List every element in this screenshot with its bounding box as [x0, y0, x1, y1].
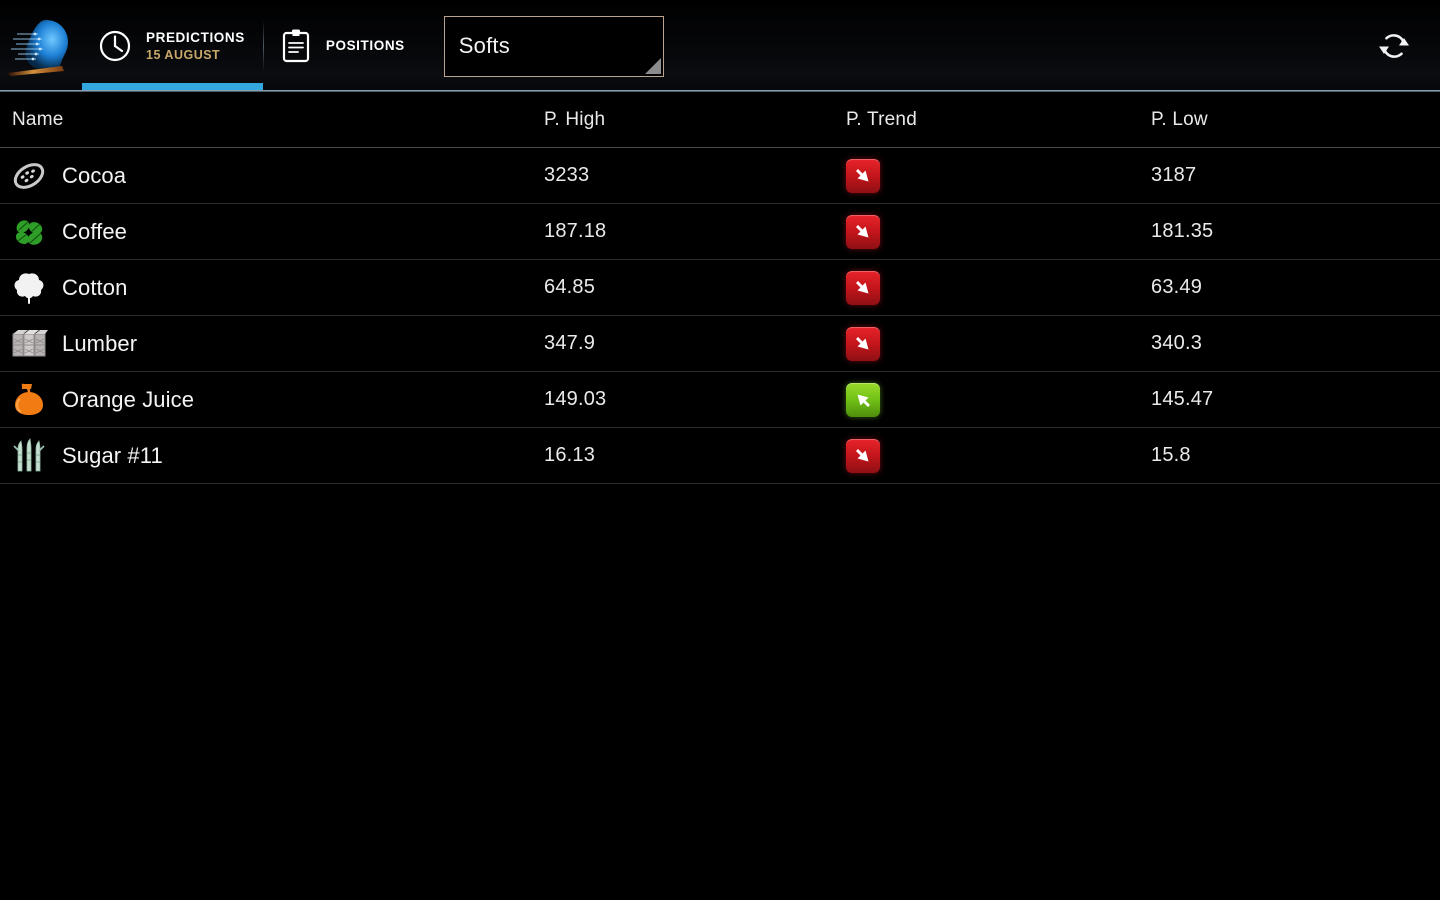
category-spinner[interactable]: Softs: [443, 15, 664, 77]
coffee-icon: [15, 219, 43, 245]
cell-name: Coffee: [0, 213, 535, 251]
table-row[interactable]: Lumber 347.9 340.3: [0, 316, 1440, 372]
trend-badge-up: [846, 382, 880, 417]
arrow-up-icon: [857, 394, 870, 407]
coffee-icon: [10, 213, 48, 251]
commodity-name: Lumber: [62, 330, 138, 356]
orange-juice-icon: [15, 383, 43, 415]
cell-predicted-low: 15.8: [1151, 444, 1191, 466]
tab-predictions[interactable]: PREDICTIONS 15 AUGUST: [82, 0, 263, 92]
table-row[interactable]: Cotton 64.85 63.49: [0, 260, 1440, 316]
table-row[interactable]: Cocoa 3233 3187: [0, 148, 1440, 204]
table-row[interactable]: Orange Juice 149.03 145.47: [0, 372, 1440, 428]
cotton-icon: [14, 272, 44, 304]
refresh-button[interactable]: [1348, 0, 1440, 92]
table-header-row: Name P. High P. Trend P. Low: [0, 92, 1440, 148]
cell-predicted-high: 3233: [544, 164, 590, 186]
arrow-down-icon: [856, 224, 869, 237]
refresh-icon: [1379, 34, 1409, 58]
category-spinner-wrap: Softs: [424, 0, 664, 92]
cell-predicted-high: 187.18: [544, 220, 607, 242]
tab-positions[interactable]: POSITIONS: [264, 0, 423, 92]
cell-name: Sugar #11: [0, 437, 535, 475]
cell-predicted-trend: [837, 158, 1142, 193]
cell-predicted-low: 3187: [1151, 164, 1197, 186]
top-app-bar: PREDICTIONS 15 AUGUST POSITIONS Softs: [0, 0, 1440, 92]
trend-badge-down: [846, 158, 880, 193]
cell-predicted-trend: [837, 438, 1142, 473]
cell-predicted-low: 145.47: [1151, 388, 1214, 410]
lumber-icon: [10, 325, 48, 363]
column-header-low: P. Low: [1151, 108, 1208, 130]
cell-predicted-low: 63.49: [1151, 276, 1203, 298]
tab-predictions-title: PREDICTIONS: [146, 30, 245, 46]
clipboard-icon: [282, 29, 309, 63]
cell-predicted-trend: [837, 270, 1142, 305]
column-header-high: P. High: [544, 108, 606, 130]
cocoa-icon: [13, 162, 45, 189]
trend-badge-down: [846, 270, 880, 305]
cell-predicted-high: 149.03: [544, 388, 607, 410]
arrow-down-icon: [856, 448, 869, 461]
arrow-down-icon: [856, 280, 869, 293]
cell-name: Cotton: [0, 269, 535, 307]
ai-head-logo-icon: [8, 20, 68, 76]
table-row[interactable]: Sugar #11 16.13 15.8: [0, 428, 1440, 484]
category-spinner-value: Softs: [458, 33, 510, 58]
sugar-icon: [10, 437, 48, 475]
trend-badge-down: [846, 326, 880, 361]
tab-predictions-date: 15 AUGUST: [146, 47, 221, 62]
cell-predicted-low: 181.35: [1151, 220, 1214, 242]
cell-predicted-trend: [837, 382, 1142, 417]
app-root: PREDICTIONS 15 AUGUST POSITIONS Softs Na…: [0, 0, 1440, 900]
cell-name: Orange Juice: [0, 381, 535, 419]
arrow-down-icon: [856, 336, 869, 349]
table-row[interactable]: Coffee 187.18 181.35: [0, 204, 1440, 260]
cell-name: Lumber: [0, 325, 535, 363]
sugar-icon: [13, 437, 45, 471]
commodity-name: Coffee: [62, 218, 128, 244]
cocoa-icon: [10, 157, 48, 195]
cell-predicted-high: 64.85: [544, 276, 596, 298]
commodity-name: Cocoa: [62, 162, 127, 188]
tab-positions-title: POSITIONS: [325, 38, 405, 54]
lumber-icon: [12, 329, 48, 356]
commodity-name: Cotton: [62, 274, 128, 300]
arrow-down-icon: [856, 168, 869, 181]
trend-badge-down: [846, 214, 880, 249]
predictions-table: Name P. High P. Trend P. Low Cocoa 3233: [0, 92, 1440, 484]
column-header-trend: P. Trend: [846, 108, 917, 130]
cell-predicted-high: 16.13: [544, 444, 596, 466]
cell-predicted-high: 347.9: [544, 332, 596, 354]
column-header-name: Name: [12, 108, 64, 130]
commodity-name: Sugar #11: [62, 442, 163, 468]
commodity-name: Orange Juice: [62, 386, 195, 412]
chevron-down-icon: [644, 57, 661, 74]
cell-predicted-trend: [837, 214, 1142, 249]
app-logo: [0, 0, 82, 92]
cell-predicted-trend: [837, 326, 1142, 361]
clock-icon: [99, 30, 131, 62]
table-body: Cocoa 3233 3187 Coffee 187.18 181.35 Cot…: [0, 148, 1440, 484]
cell-name: Cocoa: [0, 157, 535, 195]
orange-juice-icon: [10, 381, 48, 419]
cell-predicted-low: 340.3: [1151, 332, 1203, 354]
cotton-icon: [10, 269, 48, 307]
trend-badge-down: [846, 438, 880, 473]
